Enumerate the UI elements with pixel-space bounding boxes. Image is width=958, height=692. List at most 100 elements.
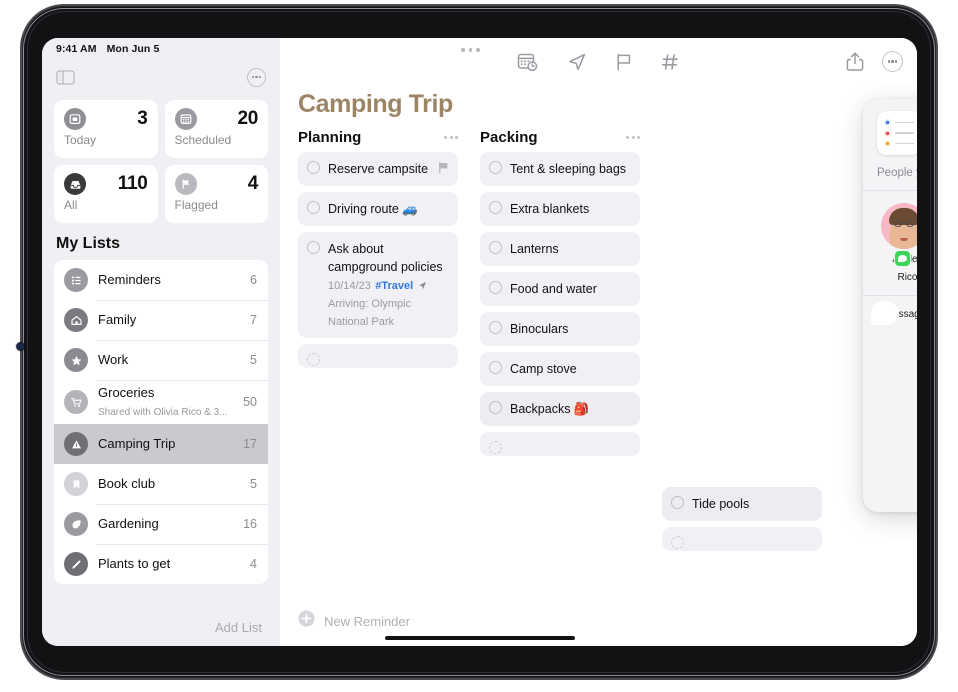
sidebar-item-work[interactable]: Work 5 [54, 340, 268, 380]
reminder-item[interactable]: Reserve campsite [298, 152, 458, 186]
sidebar-item-reminders[interactable]: Reminders 6 [54, 260, 268, 300]
list-item-count: 16 [243, 517, 257, 531]
calendar-clock-icon[interactable] [517, 52, 539, 72]
smart-list-count: 3 [137, 108, 148, 129]
device-camera-dot [17, 343, 24, 350]
reminder-item-expanded[interactable]: Ask about campground policies 10/14/23 #… [298, 232, 458, 338]
permission-note-text: People you invite can add others. [877, 167, 917, 179]
smart-list-scheduled[interactable]: 20 Scheduled [164, 100, 268, 158]
messages-badge-icon [893, 250, 911, 267]
reminder-checkbox[interactable] [671, 536, 684, 549]
new-reminder-button[interactable]: New Reminder [298, 610, 410, 632]
reminder-title: Reserve campsite [328, 162, 429, 176]
reminder-checkbox[interactable] [307, 161, 320, 174]
reminder-date: 10/14/23 [328, 280, 371, 292]
column-packing: Packing Tent & sleeping bags Extra blank… [480, 129, 640, 591]
add-list-bar: Add List [42, 608, 280, 646]
reminder-checkbox[interactable] [489, 241, 502, 254]
smart-list-label: All [64, 198, 78, 212]
reminder-title: Tide pools [692, 497, 750, 511]
reminder-checkbox[interactable] [489, 201, 502, 214]
reminder-checkbox[interactable] [489, 441, 502, 454]
list-item-count: 17 [243, 437, 257, 451]
reminder-title: Backpacks 🎒 [510, 402, 590, 416]
reminder-checkbox[interactable] [307, 353, 320, 366]
home-indicator[interactable] [384, 636, 575, 640]
reminder-checkbox[interactable] [307, 201, 320, 214]
smart-list-count: 110 [117, 173, 148, 194]
bookmark-icon [64, 472, 88, 496]
reminder-item[interactable]: Food and water [480, 272, 640, 306]
reminder-item[interactable]: Driving route 🚙 [298, 192, 458, 226]
reminder-checkbox[interactable] [489, 321, 502, 334]
share-app-messages[interactable]: Messages [870, 300, 917, 340]
permission-note[interactable]: People you invite can add others. › [863, 155, 917, 191]
share-icon[interactable] [846, 51, 864, 72]
reminder-item[interactable]: Extra blankets [480, 192, 640, 226]
screenshot-stage: 9:41 AM Mon Jun 5 3 Today 20 Scheduled 1… [0, 0, 958, 692]
sidebar-item-book-club[interactable]: Book club 5 [54, 464, 268, 504]
sidebar-item-groceries[interactable]: Groceries Shared with Olivia Rico & 3...… [54, 380, 268, 424]
reminder-item-empty[interactable] [662, 527, 822, 551]
list-item-name: Book club [98, 476, 156, 491]
column-hidden: Tide pools [662, 129, 822, 591]
reminder-title: Driving route 🚙 [328, 202, 418, 216]
all-inbox-icon [64, 173, 86, 195]
location-arrow-icon [418, 280, 427, 292]
hashtag-icon[interactable] [661, 52, 680, 72]
person-ashley-rico[interactable]: Ashley Rico [881, 203, 917, 285]
smart-list-today[interactable]: 3 Today [54, 100, 158, 158]
smart-list-flagged[interactable]: 4 Flagged [164, 165, 268, 223]
flag-icon [438, 161, 449, 178]
list-item-name: Work [98, 352, 129, 367]
flag-icon[interactable] [615, 52, 633, 72]
reminder-item[interactable]: Tide pools [662, 487, 822, 521]
reminder-checkbox[interactable] [671, 496, 684, 509]
house-icon [64, 308, 88, 332]
location-arrow-icon[interactable] [567, 52, 587, 72]
reminder-checkbox[interactable] [489, 281, 502, 294]
reminder-title: Ask about campground policies [328, 242, 443, 274]
reminder-item[interactable]: Camp stove [480, 352, 640, 386]
smart-list-all[interactable]: 110 All [54, 165, 158, 223]
status-bar-date: Mon Jun 5 [106, 43, 160, 55]
people-row: Ashley Rico [863, 191, 917, 295]
reminder-item-empty[interactable] [480, 432, 640, 456]
reminder-item-empty[interactable] [298, 344, 458, 368]
lists-container: Reminders 6 Family 7 Work 5 Groceries Sh… [42, 260, 280, 608]
reminder-title: Tent & sleeping bags [510, 162, 627, 176]
leaf-icon [64, 512, 88, 536]
list-item-subtitle: Shared with Olivia Rico & 3... [98, 407, 228, 418]
reminder-item[interactable]: Binoculars [480, 312, 640, 346]
list-item-name: Groceries [98, 385, 155, 400]
list-item-count: 50 [243, 395, 257, 409]
detail-more-button[interactable] [882, 51, 903, 72]
reminder-checkbox[interactable] [489, 161, 502, 174]
sidebar-more-button[interactable] [247, 67, 266, 87]
sidebar-item-camping-trip[interactable]: Camping Trip 17 [54, 424, 268, 464]
add-list-button[interactable]: Add List [215, 620, 262, 635]
detail-toolbar: 100% [280, 38, 917, 86]
reminder-checkbox[interactable] [307, 241, 320, 254]
reminder-item-with-photo[interactable]: Tent & sleeping bags [480, 152, 640, 186]
ellipsis-icon[interactable] [626, 136, 640, 139]
sidebar-item-plants-to-get[interactable]: Plants to get 4 [54, 544, 268, 584]
sidebar-toggle-icon[interactable] [56, 69, 75, 85]
new-reminder-label: New Reminder [324, 613, 410, 629]
sidebar-item-family[interactable]: Family 7 [54, 300, 268, 340]
list-item-name: Gardening [98, 516, 159, 531]
reminder-item[interactable]: Backpacks 🎒 [480, 392, 640, 426]
reminder-checkbox[interactable] [489, 361, 502, 374]
sidebar-item-gardening[interactable]: Gardening 16 [54, 504, 268, 544]
flag-icon [174, 173, 197, 195]
reminder-tag[interactable]: #Travel [375, 280, 413, 292]
ellipsis-icon[interactable] [444, 136, 458, 139]
reminder-checkbox[interactable] [489, 401, 502, 414]
reminder-item[interactable]: Lanterns [480, 232, 640, 266]
tent-triangle-icon [64, 432, 88, 456]
star-icon [64, 348, 88, 372]
status-bar-time: 9:41 AM [56, 43, 97, 55]
smart-list-count: 20 [237, 108, 258, 129]
cart-icon [64, 390, 88, 414]
page-title: Camping Trip [298, 90, 453, 118]
